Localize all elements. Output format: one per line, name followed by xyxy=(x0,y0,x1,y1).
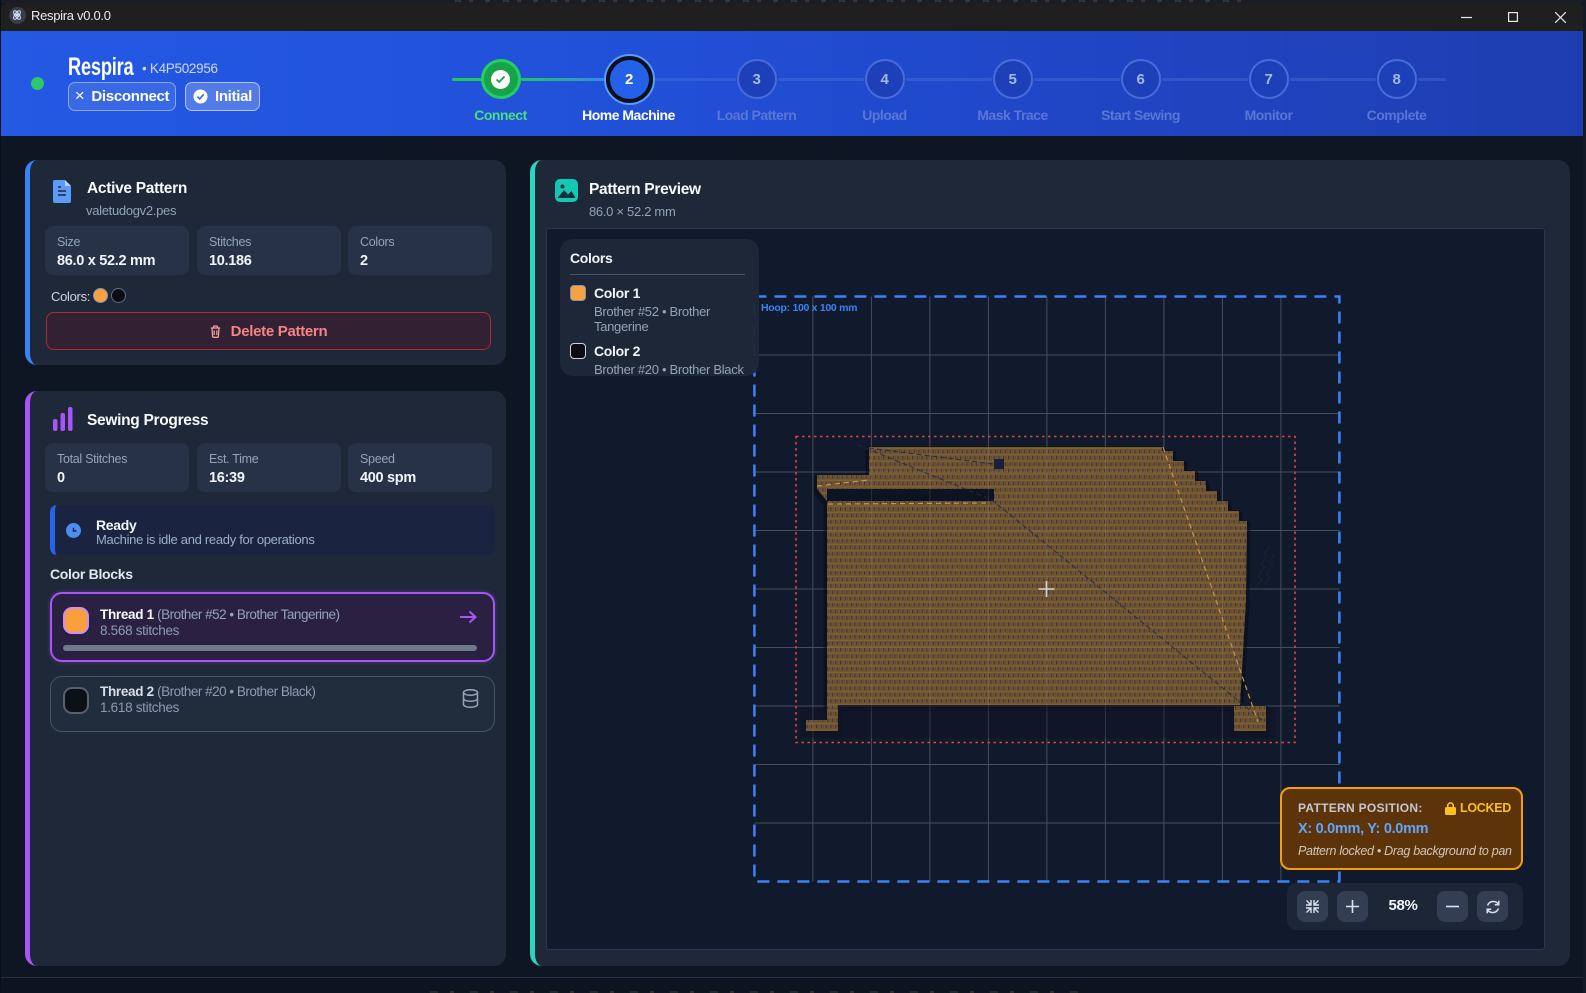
svg-text:Hoop: 100 x 100 mm: Hoop: 100 x 100 mm xyxy=(761,302,857,314)
